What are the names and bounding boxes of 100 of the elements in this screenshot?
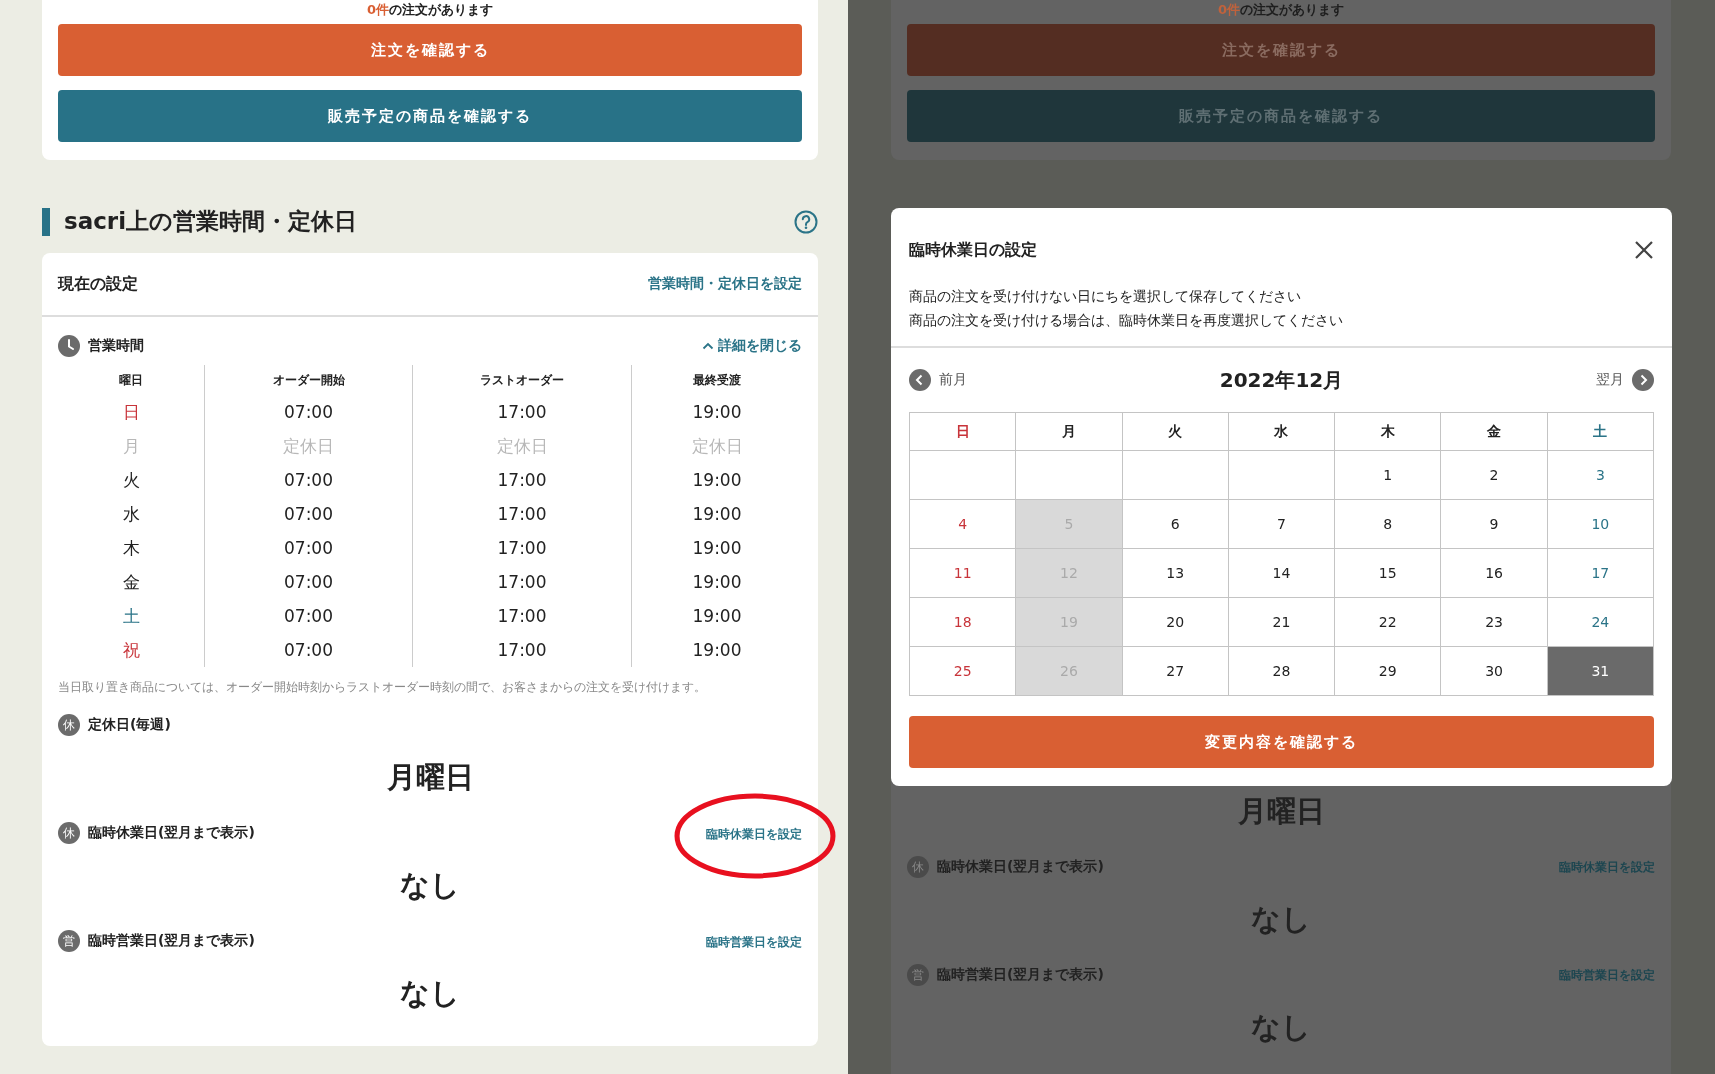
date-cell[interactable]: 22 — [1335, 598, 1442, 647]
date-cell[interactable]: 14 — [1228, 549, 1336, 598]
date-cell[interactable]: 1 — [1335, 451, 1442, 500]
confirm-button[interactable]: 変更内容を確認する — [909, 716, 1654, 768]
day-cell-text: 金 — [121, 571, 141, 594]
time-cell: 17:00 — [412, 633, 631, 667]
chevron-up-icon — [702, 341, 714, 351]
time-cell: 07:00 — [204, 395, 412, 429]
close-icon[interactable] — [1634, 240, 1654, 260]
closed-badge: 営 — [907, 964, 929, 986]
hours-label: 営業時間 — [88, 337, 144, 355]
action-button[interactable]: 注文を確認する — [58, 24, 802, 76]
date-cell[interactable]: 9 — [1441, 500, 1548, 549]
time-cell: 17:00 — [412, 497, 631, 531]
weekday-header: 金 — [1441, 413, 1548, 451]
settings-link[interactable]: 営業時間・定休日を設定 — [648, 275, 802, 293]
date-cell[interactable]: 6 — [1122, 500, 1229, 549]
weekday-header: 火 — [1122, 413, 1229, 451]
time-cell: 19:00 — [631, 599, 802, 633]
time-cell: 07:00 — [204, 531, 412, 565]
weekday-header: 月 — [1016, 413, 1123, 451]
time-cell: 07:00 — [204, 599, 412, 633]
day-cell-text: 水 — [121, 503, 141, 526]
date-cell[interactable]: 20 — [1122, 598, 1229, 647]
weekday-header: 水 — [1228, 413, 1336, 451]
date-cell[interactable]: 21 — [1228, 598, 1336, 647]
date-cell[interactable]: 31 — [1547, 647, 1654, 696]
date-cell[interactable]: 27 — [1122, 647, 1229, 696]
block-value: なし — [399, 867, 461, 904]
set-link[interactable]: 臨時営業日を設定 — [706, 935, 802, 949]
hours-note: 当日取り置き商品については、オーダー開始時刻からラストオーダー時刻の間で、お客さまからの注文を受け付けます。 — [58, 679, 707, 696]
next-month-link[interactable]: 翌月 — [1596, 369, 1654, 391]
date-cell[interactable]: 10 — [1547, 500, 1654, 549]
dialog-title: 臨時休業日の設定 — [909, 239, 1037, 261]
time-cell: 定休日 — [412, 429, 631, 463]
time-cell: 17:00 — [412, 395, 631, 429]
date-cell[interactable]: 2 — [1441, 451, 1548, 500]
date-cell[interactable]: 30 — [1441, 647, 1548, 696]
column-header: 曜日 — [118, 372, 144, 389]
time-cell: 定休日 — [631, 429, 802, 463]
block-value: なし — [399, 975, 461, 1012]
instruction-text: 商品の注文を受け付ける場合は、臨時休業日を再度選択してください — [909, 311, 1344, 330]
date-cell[interactable]: 3 — [1547, 451, 1654, 500]
block-label: 臨時営業日(翌月まで表示) — [88, 932, 255, 950]
column-header: オーダー開始 — [204, 365, 412, 395]
weekday-header: 木 — [1335, 413, 1442, 451]
notice-text: の注文があります — [389, 2, 493, 17]
time-cell: 19:00 — [631, 463, 802, 497]
prev-month-link[interactable]: 前月 — [909, 369, 967, 391]
date-cell[interactable]: 23 — [1441, 598, 1548, 647]
time-cell: 07:00 — [204, 463, 412, 497]
date-cell[interactable]: 8 — [1335, 500, 1442, 549]
accent-bar — [42, 207, 50, 236]
day-cell-text: 木 — [121, 537, 141, 560]
closed-badge: 休 — [58, 714, 80, 736]
block-label: 臨時休業日(翌月まで表示) — [88, 824, 255, 842]
block-label: 定休日(毎週) — [88, 716, 171, 734]
block-value: なし — [1250, 901, 1312, 938]
date-cell[interactable]: 28 — [1228, 647, 1336, 696]
date-cell[interactable]: 17 — [1547, 549, 1654, 598]
action-button[interactable]: 販売予定の商品を確認する — [58, 90, 802, 142]
block-label: 臨時営業日(翌月まで表示) — [937, 966, 1104, 984]
block-value: なし — [1250, 1009, 1312, 1046]
date-cell[interactable]: 15 — [1335, 549, 1442, 598]
time-cell: 19:00 — [631, 497, 802, 531]
time-cell: 17:00 — [412, 463, 631, 497]
block-label: 臨時休業日(翌月まで表示) — [937, 858, 1104, 876]
date-cell[interactable]: 7 — [1228, 500, 1336, 549]
day-cell-text: 月 — [121, 435, 141, 458]
clock-icon — [58, 335, 80, 357]
collapse-link[interactable]: 詳細を閉じる — [702, 337, 802, 355]
time-cell: 定休日 — [204, 429, 412, 463]
column-header: ラストオーダー — [412, 365, 631, 395]
block-value: 月曜日 — [1236, 793, 1326, 830]
notice-text: の注文があります — [1240, 2, 1344, 17]
time-cell: 07:00 — [204, 565, 412, 599]
column-header: 最終受渡 — [631, 365, 802, 395]
help-icon[interactable] — [794, 209, 818, 234]
instruction-text: 商品の注文を受け付けない日にちを選択して保存してください — [909, 287, 1302, 306]
order-count: 0件 — [1217, 2, 1240, 17]
time-cell: 19:00 — [631, 565, 802, 599]
month-title: 2022年12月 — [1219, 366, 1344, 394]
date-cell[interactable]: 29 — [1335, 647, 1442, 696]
time-cell: 07:00 — [204, 633, 412, 667]
time-cell: 17:00 — [412, 565, 631, 599]
chevron-left-icon — [909, 369, 931, 391]
time-cell: 17:00 — [412, 599, 631, 633]
day-cell-text: 火 — [121, 469, 141, 492]
date-cell[interactable]: 16 — [1441, 549, 1548, 598]
date-cell[interactable]: 13 — [1122, 549, 1229, 598]
chevron-right-icon — [1632, 369, 1654, 391]
closed-badge: 休 — [907, 856, 929, 878]
set-link[interactable]: 臨時休業日を設定 — [706, 827, 802, 841]
block-value: 月曜日 — [385, 759, 475, 796]
time-cell: 19:00 — [631, 531, 802, 565]
section-title: sacri上の営業時間・定休日 — [64, 207, 359, 236]
weekday-header: 土 — [1547, 413, 1654, 451]
time-cell: 19:00 — [631, 633, 802, 667]
closed-badge: 休 — [58, 822, 80, 844]
closed-badge: 営 — [58, 930, 80, 952]
